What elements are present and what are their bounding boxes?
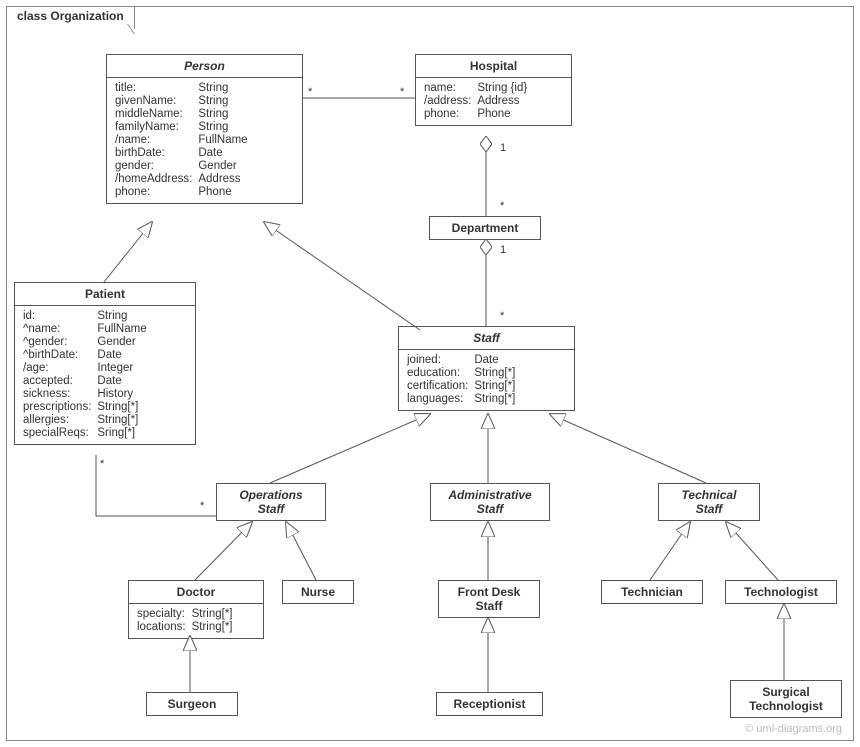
class-hospital: Hospital name:String {id}/address:Addres… [415, 54, 572, 126]
class-title: Technician [602, 581, 702, 603]
class-front-desk-staff: Front Desk Staff [438, 580, 540, 618]
class-title: Surgical Technologist [731, 681, 841, 717]
class-person: Person title:StringgivenName:Stringmiddl… [106, 54, 303, 204]
class-attrs: id:String^name:FullName^gender:Gender^bi… [15, 306, 195, 444]
class-surgeon: Surgeon [146, 692, 238, 716]
class-administrative-staff: Administrative Staff [430, 483, 550, 521]
class-title: Technical Staff [659, 484, 759, 520]
frame-title: class Organization [6, 6, 135, 29]
mult-label: * [400, 86, 404, 98]
mult-label: * [100, 458, 104, 470]
class-surgical-technologist: Surgical Technologist [730, 680, 842, 718]
class-department: Department [429, 216, 541, 240]
watermark: © uml-diagrams.org [745, 723, 842, 735]
class-title: Administrative Staff [431, 484, 549, 520]
class-title: Nurse [283, 581, 353, 603]
mult-label: * [200, 500, 204, 512]
mult-label: * [500, 310, 504, 322]
class-title: Surgeon [147, 693, 237, 715]
mult-label: 1 [500, 142, 506, 154]
class-title: Front Desk Staff [439, 581, 539, 617]
class-doctor: Doctor specialty:String[*]locations:Stri… [128, 580, 264, 639]
mult-label: * [308, 86, 312, 98]
class-patient: Patient id:String^name:FullName^gender:G… [14, 282, 196, 445]
class-staff: Staff joined:Dateeducation:String[*]cert… [398, 326, 575, 411]
class-attrs: name:String {id}/address:Addressphone:Ph… [416, 78, 571, 125]
class-title: Technologist [726, 581, 836, 603]
class-attrs: title:StringgivenName:StringmiddleName:S… [107, 78, 302, 203]
class-technical-staff: Technical Staff [658, 483, 760, 521]
class-receptionist: Receptionist [436, 692, 543, 716]
class-title: Person [107, 55, 302, 78]
class-title: Hospital [416, 55, 571, 78]
mult-label: * [500, 200, 504, 212]
class-title: Doctor [129, 581, 263, 604]
mult-label: 1 [500, 244, 506, 256]
class-attrs: joined:Dateeducation:String[*]certificat… [399, 350, 574, 410]
class-title: Patient [15, 283, 195, 306]
class-title: Staff [399, 327, 574, 350]
class-technologist: Technologist [725, 580, 837, 604]
class-technician: Technician [601, 580, 703, 604]
class-title: Receptionist [437, 693, 542, 715]
class-title: Operations Staff [217, 484, 325, 520]
class-attrs: specialty:String[*]locations:String[*] [129, 604, 263, 638]
class-title: Department [430, 217, 540, 239]
class-operations-staff: Operations Staff [216, 483, 326, 521]
class-nurse: Nurse [282, 580, 354, 604]
